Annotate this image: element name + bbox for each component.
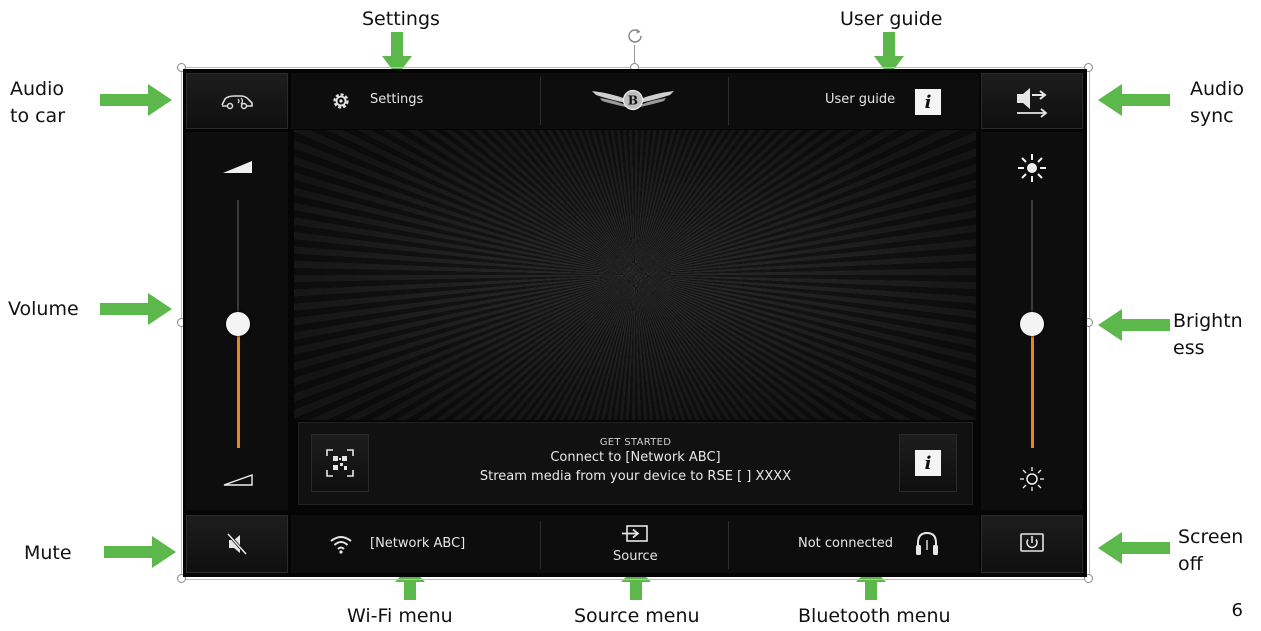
- bluetooth-status-label: Not connected: [798, 536, 893, 551]
- banner-kicker: GET STARTED: [599, 437, 672, 448]
- user-guide-button[interactable]: User guide i: [813, 87, 943, 115]
- arrow-screen-off: [1098, 532, 1170, 564]
- page-number: 6: [1231, 600, 1243, 621]
- settings-label: Settings: [370, 92, 424, 107]
- arrow-audio-to-car: [100, 84, 172, 116]
- info-icon: i: [915, 89, 941, 115]
- audio-sync-icon: [1017, 88, 1048, 118]
- callout-brightness-line2: ess: [1173, 337, 1205, 359]
- top-divider: [540, 77, 541, 125]
- callout-audio-to-car-line2: to car: [10, 105, 66, 127]
- top-divider: [728, 77, 729, 125]
- callout-audio-to-car-line1: Audio: [10, 78, 65, 100]
- callout-bluetooth-menu: Bluetooth menu: [798, 605, 951, 627]
- volume-slider[interactable]: [223, 200, 253, 448]
- settings-button[interactable]: Settings: [328, 87, 438, 115]
- audio-sync-button[interactable]: [981, 73, 1083, 129]
- callout-user-guide: User guide: [840, 8, 943, 30]
- callout-audio-sync-line2: sync: [1190, 105, 1234, 127]
- brightness-fill: [1030, 324, 1034, 448]
- banner-info-button[interactable]: i: [899, 434, 957, 492]
- volume-fill: [236, 324, 240, 448]
- arrow-volume: [100, 293, 172, 325]
- user-guide-label: User guide: [825, 92, 896, 107]
- callout-wifi-menu: Wi-Fi menu: [347, 605, 453, 627]
- volume-low-icon: [223, 474, 253, 486]
- sun-bright-icon: [1018, 154, 1046, 182]
- headphones-icon: [916, 531, 938, 555]
- callout-audio-to-car: Audio to car: [10, 76, 65, 130]
- bottom-divider: [540, 521, 541, 569]
- bottom-divider: [728, 521, 729, 569]
- rotate-icon[interactable]: [626, 27, 644, 45]
- callout-screen-off-line2: off: [1178, 553, 1203, 575]
- source-icon: [622, 525, 648, 542]
- callout-audio-sync-line1: Audio: [1190, 78, 1245, 100]
- callout-screen-off: Screen off: [1178, 524, 1243, 578]
- brightness-slider[interactable]: [1017, 200, 1047, 448]
- source-button[interactable]: Source: [593, 521, 677, 569]
- wifi-icon: [330, 536, 352, 554]
- callout-settings: Settings: [362, 8, 440, 30]
- volume-knob[interactable]: [226, 312, 250, 336]
- gear-icon: [333, 93, 349, 109]
- arrow-audio-sync: [1098, 84, 1170, 116]
- bluetooth-button[interactable]: Not connected: [788, 527, 948, 561]
- rse-screen: Settings B User guide i GET STARTED Conn…: [183, 69, 1087, 577]
- callout-source-menu: Source menu: [574, 605, 700, 627]
- bentley-logo: B: [592, 89, 674, 111]
- arrow-mute: [104, 536, 176, 568]
- banner-line-connect: Connect to [Network ABC]: [550, 450, 721, 465]
- source-label: Source: [613, 549, 658, 564]
- info-icon: i: [915, 450, 941, 476]
- brightness-knob[interactable]: [1020, 312, 1044, 336]
- callout-volume: Volume: [8, 298, 79, 320]
- wifi-network-label: [Network ABC]: [370, 536, 466, 551]
- get-started-banner: GET STARTED Connect to [Network ABC] Str…: [298, 422, 973, 505]
- callout-brightness-line1: Brightn: [1173, 310, 1243, 332]
- sun-dim-icon: [1020, 467, 1044, 491]
- callout-brightness: Brightn ess: [1173, 308, 1243, 362]
- screen-off-button[interactable]: [981, 515, 1083, 573]
- arrow-brightness: [1098, 309, 1170, 341]
- mute-icon: [226, 533, 248, 555]
- audio-to-car-button[interactable]: [186, 73, 288, 129]
- callout-mute: Mute: [24, 542, 72, 564]
- mute-button[interactable]: [186, 515, 288, 573]
- banner-line-stream: Stream media from your device to RSE [ ]…: [479, 469, 792, 484]
- callout-audio-sync: Audio sync: [1190, 76, 1244, 130]
- callout-screen-off-line1: Screen: [1178, 526, 1244, 548]
- volume-high-icon: [223, 161, 252, 173]
- wifi-button[interactable]: [Network ABC]: [325, 529, 495, 559]
- svg-text:B: B: [628, 94, 638, 108]
- media-display: [294, 130, 976, 420]
- car-audio-icon: [221, 95, 253, 110]
- banner-text: GET STARTED Connect to [Network ABC] Str…: [299, 437, 972, 486]
- power-icon: [1020, 533, 1044, 552]
